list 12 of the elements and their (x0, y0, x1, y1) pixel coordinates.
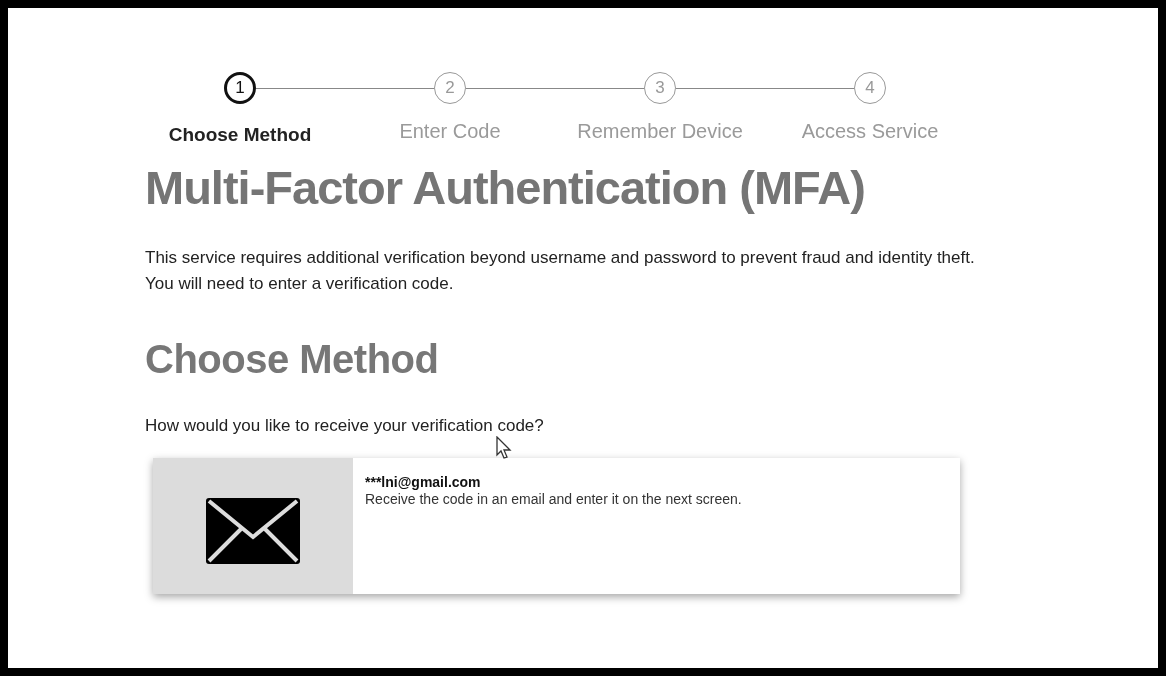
step-label: Enter Code (399, 120, 501, 143)
step-label: Access Service (801, 120, 939, 143)
method-card[interactable]: ***lni@gmail.com Receive the code in an email and enter it on the next screen. (153, 458, 960, 594)
page-title: Multi-Factor Authentication (MFA) (145, 160, 866, 215)
question-text: How would you like to receive your verification code? (145, 416, 545, 436)
method-description: Receive the code in an email and enter it on the next screen. (365, 491, 742, 507)
intro-text: This service requires additional verification beyond username and password to prevent fraud and identity theft. You will need to enter a verification code. (145, 247, 976, 295)
step-number: 1 (224, 72, 256, 104)
section-title: Choose Method (145, 337, 440, 382)
email-address: ***lni@gmail.com (365, 474, 482, 490)
step-label: Choose Method (168, 124, 312, 146)
step-label: Remember Device (577, 120, 743, 143)
